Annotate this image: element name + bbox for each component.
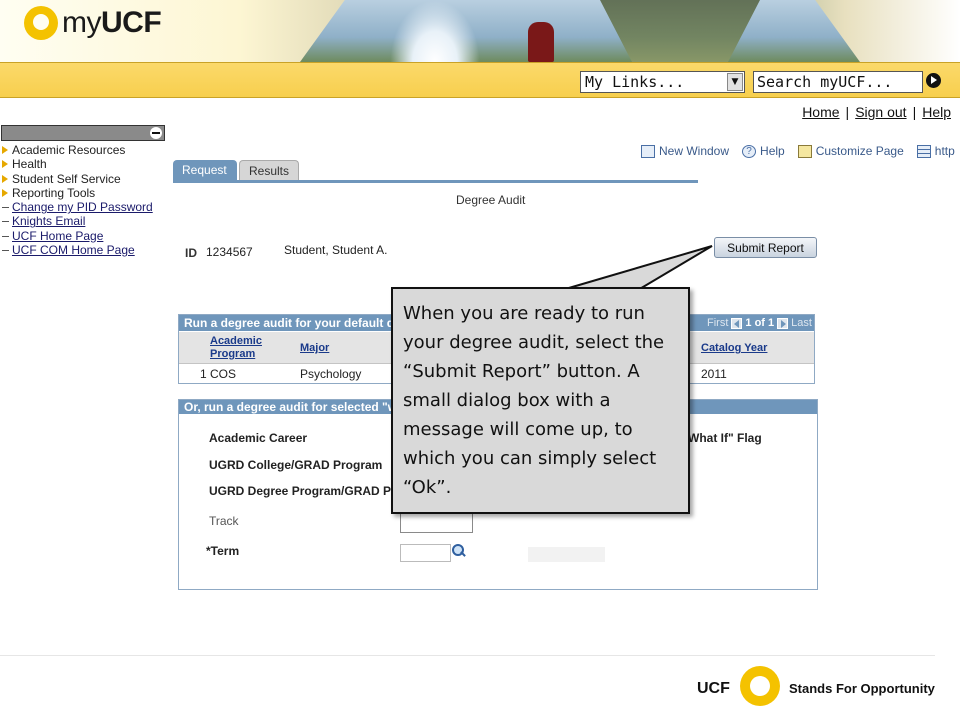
http-icon [916,144,931,158]
term-label: *Term [206,544,240,558]
submit-report-button[interactable]: Submit Report [714,237,817,258]
term-input[interactable] [400,544,451,562]
page-title: Degree Audit [456,193,526,207]
menu-header [1,125,165,141]
header-banner: myUCF [0,0,960,62]
column-academic-program[interactable]: Academic Program [210,335,274,361]
academic-career-label: Academic Career [209,431,308,445]
footer-ucf-text: UCF [697,680,730,697]
row-major: Psychology [300,367,362,381]
tab-results[interactable]: Results [239,160,299,180]
menu-item-health[interactable]: Health [0,157,170,171]
http-link[interactable]: http [916,144,955,158]
previous-icon[interactable] [731,317,743,329]
term-lookup-icon[interactable] [452,544,466,558]
menu-item-ucf-home-page[interactable]: UCF Home Page [0,229,170,243]
grid-navigation: First 1 of 1 Last [707,315,812,331]
term-description [528,547,605,562]
row-catalog-year: 2011 [701,367,727,381]
footer-divider [0,655,935,656]
last-link[interactable]: Last [791,315,812,331]
fountain-image [390,0,480,62]
row-number: 1 [200,367,207,381]
next-icon[interactable] [777,317,789,329]
student-name: Student, Student A. [284,243,388,257]
top-links: Home | Sign out | Help [802,104,951,120]
my-links-dropdown[interactable]: My Links... ▼ [580,71,745,93]
menu-item-ucf-com-home-page[interactable]: UCF COM Home Page [0,243,170,257]
what-if-flag-label: What If" Flag [688,431,762,445]
footer-tagline: Stands For Opportunity [789,681,935,696]
help-tool-link[interactable]: ? Help [742,144,785,158]
collapse-icon[interactable] [150,127,162,139]
page-toolbar: New Window ? Help Customize Page http [641,144,955,158]
menu-item-reporting-tools[interactable]: Reporting Tools [0,186,170,200]
id-label: ID [185,246,197,260]
callout-text: When you are ready to run your degree au… [403,303,665,498]
track-input[interactable] [400,513,473,533]
id-value: 1234567 [206,245,253,259]
degree-program-label: UGRD Degree Program/GRAD Plan [209,484,409,498]
left-menu: Academic Resources Health Student Self S… [0,143,170,257]
sign-out-link[interactable]: Sign out [855,104,906,120]
help-icon: ? [742,144,757,158]
search-go-icon[interactable] [926,73,941,88]
row-count: 1 of 1 [745,317,775,329]
column-catalog-year[interactable]: Catalog Year [701,342,767,355]
customize-page-link[interactable]: Customize Page [797,144,904,158]
menu-item-change-pid-password[interactable]: Change my PID Password [0,200,170,214]
row-program: COS [210,367,237,381]
pegasus-logo-icon [740,666,780,706]
first-link[interactable]: First [707,315,728,331]
tab-request[interactable]: Request [173,160,237,180]
college-label: UGRD College/GRAD Program [209,458,383,472]
track-label: Track [209,514,239,528]
new-window-icon [641,144,655,158]
navigation-bar: My Links... ▼ Search myUCF... [0,62,960,98]
menu-item-academic-resources[interactable]: Academic Resources [0,143,170,157]
new-window-link[interactable]: New Window [641,144,729,158]
instruction-callout: When you are ready to run your degree au… [391,287,690,514]
logo-text: myUCF [62,6,162,39]
pegasus-icon [24,6,58,40]
tab-bar: Request Results [173,160,299,180]
banner-photo [300,0,860,62]
tab-underline [173,180,698,183]
person-image [528,22,554,62]
help-link[interactable]: Help [922,104,951,120]
menu-item-student-self-service[interactable]: Student Self Service [0,172,170,186]
myucf-logo[interactable]: myUCF [24,6,162,40]
customize-icon [797,144,812,158]
search-input[interactable]: Search myUCF... [753,71,923,93]
home-link[interactable]: Home [802,104,839,120]
column-major[interactable]: Major [300,342,329,355]
dropdown-arrow-icon[interactable]: ▼ [727,73,743,91]
menu-item-knights-email[interactable]: Knights Email [0,214,170,228]
